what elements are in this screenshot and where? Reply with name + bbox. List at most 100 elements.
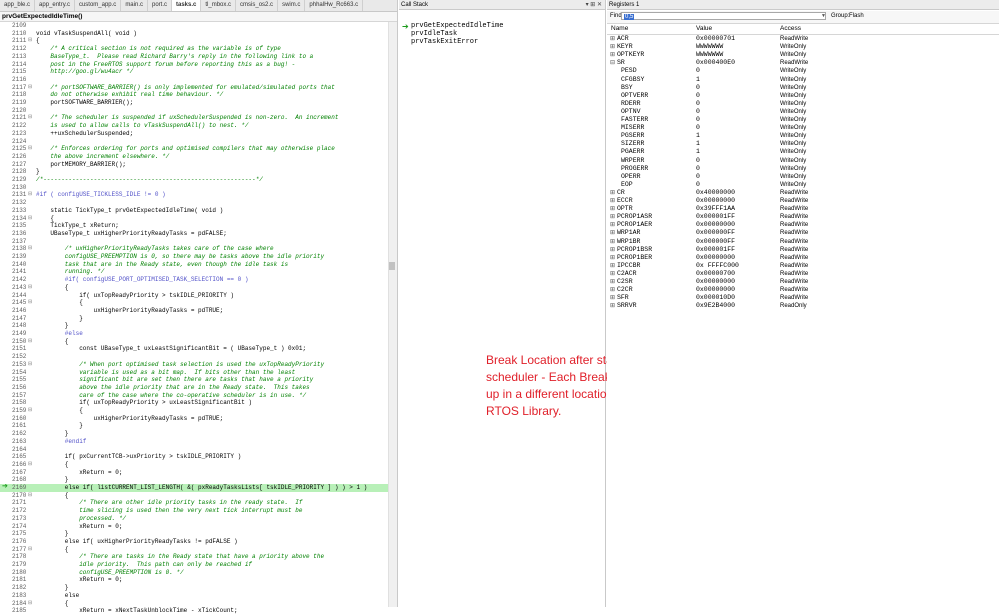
code-line[interactable]: 2127 portMEMORY_BARRIER(); <box>0 161 390 169</box>
editor-tab[interactable]: app_entry.c <box>35 0 75 11</box>
register-row[interactable]: ⊞ PCROP1BSR 0x000001FF ReadWrite <box>607 246 999 254</box>
code-line[interactable]: 2132 <box>0 199 390 207</box>
register-value[interactable]: 0x00000701 <box>696 35 735 43</box>
expand-icon[interactable]: ⊞ <box>610 51 615 59</box>
register-field-row[interactable]: OPTNV 0 WriteOnly <box>607 108 999 116</box>
register-row[interactable]: ⊟ SR 0x000400E0 ReadWrite <box>607 59 999 67</box>
code-line[interactable]: 2173 processed. */ <box>0 515 390 523</box>
expand-icon[interactable]: ⊞ <box>610 238 615 246</box>
editor-tab[interactable]: port.c <box>148 0 172 11</box>
register-value[interactable]: 0x FFFFC000 <box>696 262 739 270</box>
editor-tab[interactable]: cmsis_os2.c <box>236 0 279 11</box>
code-line[interactable]: 2141 running. */ <box>0 268 390 276</box>
code-line[interactable]: 2142 #if( configUSE_PORT_OPTIMISED_TASK_… <box>0 276 390 284</box>
code-line[interactable]: 2179 idle priority. This path can only b… <box>0 561 390 569</box>
code-line[interactable]: 2140 task that are in the Ready state, e… <box>0 261 390 269</box>
find-dropdown-icon[interactable]: ▼ <box>821 13 826 19</box>
code-line[interactable]: 2155 significant bit are set then there … <box>0 376 390 384</box>
code-line[interactable]: 2175 } <box>0 530 390 538</box>
register-row[interactable]: ⊞ CR 0x40000000 ReadWrite <box>607 189 999 197</box>
register-row[interactable]: ⊞ C2CR 0x00000000 ReadWrite <box>607 286 999 294</box>
code-line[interactable]: 2163 #endif <box>0 438 390 446</box>
code-line[interactable]: 2119 portSOFTWARE_BARRIER(); <box>0 99 390 107</box>
register-value[interactable]: 0 <box>696 92 700 100</box>
code-line[interactable]: 2158 if( uxTopReadyPriority > uxLeastSig… <box>0 399 390 407</box>
expand-icon[interactable]: ⊞ <box>610 254 615 262</box>
fold-toggle-icon[interactable]: ⊟ <box>28 284 34 292</box>
register-row[interactable]: ⊞ OPTKEYR WWWWWWW WriteOnly <box>607 51 999 59</box>
register-field-row[interactable]: MISERR 0 WriteOnly <box>607 124 999 132</box>
code-line[interactable]: 2112 /* A critical section is not requir… <box>0 45 390 53</box>
register-value[interactable]: 0x40000000 <box>696 189 735 197</box>
code-line[interactable]: 2120 <box>0 107 390 115</box>
register-value[interactable]: 0 <box>696 116 700 124</box>
code-line[interactable]: 2152 <box>0 353 390 361</box>
code-line[interactable]: 2151 const UBaseType_t uxLeastSignifican… <box>0 345 390 353</box>
code-line[interactable]: 2129 /*----------------------------------… <box>0 176 390 184</box>
register-row[interactable]: ⊞ WRP1BR 0x000000FF ReadWrite <box>607 238 999 246</box>
expand-icon[interactable]: ⊞ <box>610 221 615 229</box>
code-line[interactable]: 2168 } <box>0 476 390 484</box>
fold-toggle-icon[interactable]: ⊟ <box>28 492 34 500</box>
register-value[interactable]: 0x000010D0 <box>696 294 735 302</box>
code-line[interactable]: 2177 ⊟ { <box>0 546 390 554</box>
register-field-row[interactable]: SIZERR 1 WriteOnly <box>607 140 999 148</box>
code-line[interactable]: 2131 ⊟ #if ( configUSE_TICKLESS_IDLE != 0 … <box>0 191 390 199</box>
code-line[interactable]: 2139 configUSE_PREEMPTION is 0, so there… <box>0 253 390 261</box>
register-field-row[interactable]: FASTERR 0 WriteOnly <box>607 116 999 124</box>
editor-tab[interactable]: tasks.c <box>172 0 202 11</box>
register-value[interactable]: 0x9E2B4000 <box>696 302 735 310</box>
expand-icon[interactable]: ⊞ <box>610 197 615 205</box>
code-line[interactable]: 2150 ⊟ { <box>0 338 390 346</box>
register-row[interactable]: ⊞ PCROP1BER 0x00000000 ReadWrite <box>607 254 999 262</box>
column-header-value[interactable]: Value <box>696 24 712 34</box>
fold-toggle-icon[interactable]: ⊟ <box>28 407 34 415</box>
code-line[interactable]: 2117 ⊟ /* portSOFTWARE_BARRIER() is only … <box>0 84 390 92</box>
code-line[interactable]: 2124 <box>0 138 390 146</box>
expand-icon[interactable]: ⊞ <box>610 189 615 197</box>
register-value[interactable]: 0 <box>696 108 700 116</box>
register-value[interactable]: 1 <box>696 132 700 140</box>
editor-vertical-scrollbar[interactable] <box>388 22 397 607</box>
expand-icon[interactable]: ⊞ <box>610 302 615 310</box>
register-value[interactable]: 0x000400E0 <box>696 59 735 67</box>
register-value[interactable]: 0 <box>696 165 700 173</box>
code-line[interactable]: 2118 do not otherwise exhibit real time … <box>0 91 390 99</box>
code-area[interactable]: 2109 2110 void vTaskSuspendAll( void ) 2111… <box>0 22 390 614</box>
current-line[interactable]: ➔ 2169 else if( listCURRENT_LIST_LENGTH( … <box>0 483 390 492</box>
register-value[interactable]: 0 <box>696 84 700 92</box>
register-value[interactable]: 0x39FFF1AA <box>696 205 735 213</box>
fold-toggle-icon[interactable]: ⊟ <box>28 546 34 554</box>
fold-toggle-icon[interactable]: ⊟ <box>28 299 34 307</box>
code-line[interactable]: 2110 void vTaskSuspendAll( void ) <box>0 30 390 38</box>
code-line[interactable]: 2122 is used to allow calls to vTaskSusp… <box>0 122 390 130</box>
register-row[interactable]: ⊞ SFR 0x000010D0 ReadWrite <box>607 294 999 302</box>
expand-icon[interactable]: ⊞ <box>610 278 615 286</box>
code-line[interactable]: 2123 ++uxSchedulerSuspended; <box>0 130 390 138</box>
fold-toggle-icon[interactable]: ⊟ <box>28 361 34 369</box>
register-row[interactable]: ⊞ KEYR WWWWWWW WriteOnly <box>607 43 999 51</box>
register-value[interactable]: 0x00000700 <box>696 270 735 278</box>
register-value[interactable]: 0 <box>696 173 700 181</box>
code-line[interactable]: 2161 } <box>0 422 390 430</box>
register-field-row[interactable]: PESD 0 WriteOnly <box>607 67 999 75</box>
code-line[interactable]: 2121 ⊟ /* The scheduler is suspended if u… <box>0 114 390 122</box>
code-line[interactable]: 2126 the above increment elsewhere. */ <box>0 153 390 161</box>
editor-tab[interactable]: phhalHw_Rc663.c <box>305 0 364 11</box>
register-field-row[interactable]: PGSERR 1 WriteOnly <box>607 132 999 140</box>
code-line[interactable]: 2137 <box>0 238 390 246</box>
column-header-name[interactable]: Name <box>611 24 628 34</box>
expand-icon[interactable]: ⊞ <box>610 270 615 278</box>
register-value[interactable]: 0x00000000 <box>696 197 735 205</box>
code-line[interactable]: 2154 variable is used as a bit map. If b… <box>0 369 390 377</box>
register-field-row[interactable]: BSY 0 WriteOnly <box>607 84 999 92</box>
editor-tab[interactable]: tl_mbox.c <box>201 0 237 11</box>
code-line[interactable]: 2184 ⊟ { <box>0 600 390 608</box>
expand-icon[interactable]: ⊞ <box>610 246 615 254</box>
fold-toggle-icon[interactable]: ⊟ <box>28 461 34 469</box>
register-row[interactable]: ⊞ PCROP1AER 0x00000000 ReadWrite <box>607 221 999 229</box>
register-field-row[interactable]: PROGERR 0 WriteOnly <box>607 165 999 173</box>
register-value[interactable]: 0 <box>696 181 700 189</box>
register-value[interactable]: 0x000001FF <box>696 213 735 221</box>
register-row[interactable]: ⊞ ACR 0x00000701 ReadWrite <box>607 35 999 43</box>
